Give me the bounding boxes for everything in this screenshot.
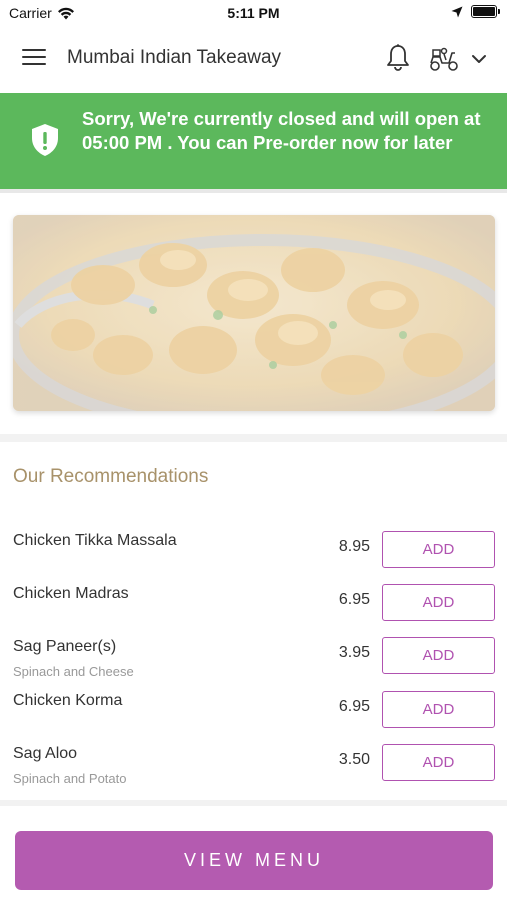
status-right (451, 5, 500, 18)
bell-icon[interactable] (385, 43, 411, 73)
add-button[interactable]: ADD (382, 584, 495, 621)
item-name: Chicken Tikka Massala (13, 532, 177, 549)
hero-food-image (13, 215, 495, 411)
item-price: 8.95 (338, 538, 370, 555)
item-name: Chicken Madras (13, 585, 129, 602)
item-name: Sag Paneer(s) (13, 638, 117, 655)
closed-banner: Sorry, We're currently closed and will o… (0, 93, 507, 189)
add-button[interactable]: ADD (382, 744, 495, 781)
list-item: Sag Paneer(s) Spinach and Cheese 3.95 AD… (0, 628, 507, 679)
closed-message: Sorry, We're currently closed and will o… (82, 108, 481, 153)
add-button[interactable]: ADD (382, 637, 495, 674)
item-description: Spinach and Potato (13, 771, 127, 786)
chevron-down-icon[interactable] (470, 50, 488, 68)
app-header: Mumbai Indian Takeaway (0, 28, 507, 92)
section-divider (0, 434, 507, 442)
location-arrow-icon (451, 6, 463, 17)
item-name: Chicken Korma (13, 692, 123, 709)
list-item: Chicken Madras 6.95 ADD (0, 575, 507, 625)
list-item: Chicken Tikka Massala 8.95 ADD (0, 522, 507, 572)
item-price: 3.50 (338, 751, 370, 768)
item-price: 6.95 (338, 698, 370, 715)
list-item: Sag Aloo Spinach and Potato 3.50 ADD (0, 735, 507, 786)
scooter-icon[interactable] (428, 45, 460, 73)
view-menu-button[interactable]: VIEW MENU (15, 831, 493, 890)
status-bar: Carrier 5:11 PM (0, 0, 507, 28)
divider (0, 189, 507, 193)
add-button[interactable]: ADD (382, 691, 495, 728)
section-divider (0, 800, 507, 806)
item-description: Spinach and Cheese (13, 664, 134, 679)
battery-icon (471, 5, 500, 18)
add-button[interactable]: ADD (382, 531, 495, 568)
menu-icon[interactable] (22, 49, 46, 69)
item-name: Sag Aloo (13, 745, 78, 762)
recommendations-title: Our Recommendations (13, 466, 209, 487)
item-price: 3.95 (338, 644, 370, 661)
restaurant-title: Mumbai Indian Takeaway (67, 47, 282, 68)
item-price: 6.95 (338, 591, 370, 608)
list-item: Chicken Korma 6.95 ADD (0, 682, 507, 732)
shield-alert-icon (32, 124, 58, 156)
status-time: 5:11 PM (227, 5, 280, 21)
